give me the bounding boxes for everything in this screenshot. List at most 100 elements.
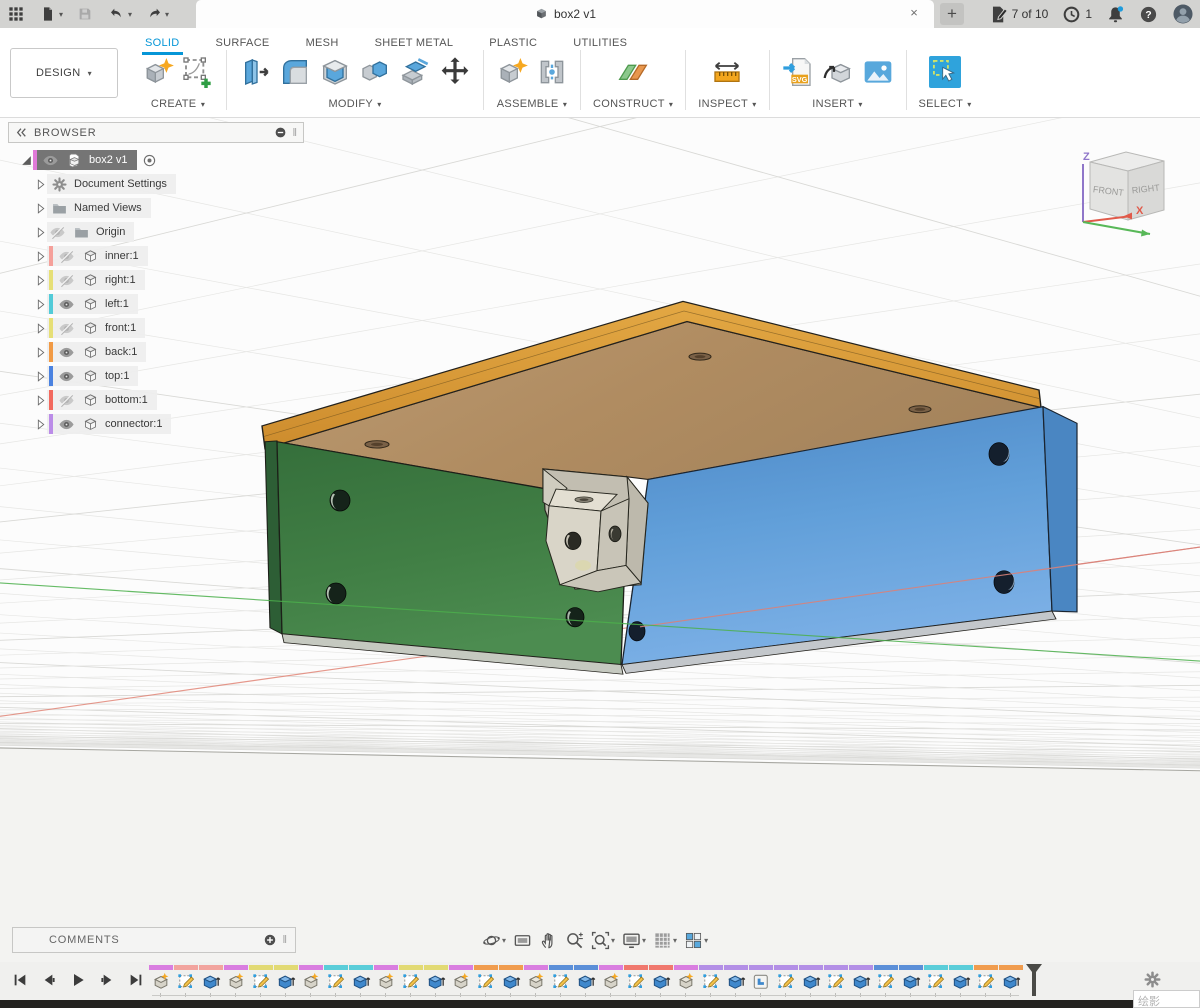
timeline-feature-sketch[interactable] [773,965,798,997]
avatar[interactable] [1172,3,1194,25]
new-tab-button[interactable]: + [940,3,964,25]
fit-button[interactable]: ▾ [591,931,615,950]
group-label-create[interactable]: CREATE ▾ [151,98,205,110]
chevron-down-icon[interactable]: ▾ [165,10,169,19]
play-button[interactable] [70,972,86,988]
browser-item-chip[interactable]: Named Views [47,198,151,218]
collapsed-triangle-icon[interactable] [34,394,47,407]
combine-button[interactable] [359,56,391,88]
create-sketch-button[interactable] [182,56,214,88]
timeline-feature-extrude[interactable] [573,965,598,997]
tab-close-icon[interactable]: × [906,5,922,21]
skip-end-button[interactable] [128,972,144,988]
timeline-feature-extrude[interactable] [273,965,298,997]
timeline-feature-extrude[interactable] [198,965,223,997]
skip-start-button[interactable] [12,972,28,988]
timeline-feature-extrude[interactable] [998,965,1023,997]
comments-panel[interactable]: COMMENTS ‖ [12,927,296,953]
activate-component-radio[interactable] [142,153,157,168]
visibility-eye-icon[interactable] [58,368,75,385]
browser-item-chip[interactable]: connector:1 [47,414,171,434]
group-label-inspect[interactable]: INSPECT ▾ [698,98,756,110]
browser-row-front-1[interactable]: front:1 [8,316,304,340]
browser-row-left-1[interactable]: left:1 [8,292,304,316]
minimize-icon[interactable] [274,126,287,139]
timeline-feature-extrude[interactable] [348,965,373,997]
timeline-feature-sketch[interactable] [323,965,348,997]
browser-row-right-1[interactable]: right:1 [8,268,304,292]
collapsed-triangle-icon[interactable] [34,178,47,191]
document-tab[interactable]: box2 v1 × [196,0,934,28]
chevron-down-icon[interactable]: ▾ [704,936,708,945]
visibility-eye-off-icon[interactable] [58,392,75,409]
visibility-eye-off-icon[interactable] [58,248,75,265]
collapsed-triangle-icon[interactable] [34,274,47,287]
measure-button[interactable] [711,56,743,88]
timeline-feature-sketch[interactable] [698,965,723,997]
file-button[interactable]: ▾ [38,4,63,24]
construction-plane-button[interactable] [617,56,649,88]
timeline-settings-button[interactable] [1143,970,1162,989]
panel-grip-icon[interactable]: ‖ [282,934,287,946]
timeline-feature-sketch[interactable] [548,965,573,997]
group-label-insert[interactable]: INSERT ▾ [812,98,862,110]
expanded-triangle-icon[interactable] [20,154,33,167]
look-at-button[interactable] [513,931,532,950]
timeline-feature-component[interactable] [673,965,698,997]
panel-grip-icon[interactable]: ‖ [292,127,297,139]
timeline-feature-extrude[interactable] [848,965,873,997]
assemble-component-button[interactable] [496,56,528,88]
browser-item-chip[interactable]: Document Settings [47,174,176,194]
zoom-button[interactable] [565,931,584,950]
new-component-button[interactable] [142,56,174,88]
chevron-down-icon[interactable]: ▾ [59,10,63,19]
insert-svg-button[interactable]: SVG [782,56,814,88]
visibility-eye-icon[interactable] [42,152,59,169]
pan-button[interactable] [539,931,558,950]
joint-button[interactable] [536,56,568,88]
notifications-button[interactable] [1106,5,1125,24]
timeline-feature-component[interactable] [298,965,323,997]
save-button[interactable] [75,4,95,24]
browser-row-top-1[interactable]: top:1 [8,364,304,388]
canvas-button[interactable] [862,56,894,88]
chevron-down-icon[interactable]: ▾ [642,936,646,945]
timeline-feature-sketch[interactable] [398,965,423,997]
viewports-button[interactable]: ▾ [684,931,708,950]
timeline-feature-sketch[interactable] [473,965,498,997]
browser-row-named-views[interactable]: Named Views [8,196,304,220]
display-settings-button[interactable]: ▾ [622,931,646,950]
browser-item-chip[interactable]: bottom:1 [47,390,157,410]
add-comment-icon[interactable] [263,933,277,947]
browser-item-chip[interactable]: left:1 [47,294,138,314]
browser-item-chip[interactable]: right:1 [47,270,145,290]
move-button[interactable] [439,56,471,88]
timeline-feature-sketch[interactable] [823,965,848,997]
timeline-feature-shell[interactable] [748,965,773,997]
collapsed-triangle-icon[interactable] [34,226,47,239]
timeline-feature-component[interactable] [223,965,248,997]
browser-row-inner-1[interactable]: inner:1 [8,244,304,268]
visibility-eye-off-icon[interactable] [49,224,66,241]
select-button[interactable] [929,56,961,88]
step-back-button[interactable] [41,972,57,988]
timeline-feature-component[interactable] [448,965,473,997]
shell-tool-button[interactable] [319,56,351,88]
timeline-feature-extrude[interactable] [498,965,523,997]
timeline-position-marker[interactable] [1025,964,1043,996]
timeline-feature-component[interactable] [373,965,398,997]
timeline-feature-component[interactable] [148,965,173,997]
step-forward-button[interactable] [99,972,115,988]
visibility-eye-off-icon[interactable] [58,320,75,337]
collapsed-triangle-icon[interactable] [34,346,47,359]
browser-item-chip[interactable]: back:1 [47,342,146,362]
browser-row-document-settings[interactable]: Document Settings [8,172,304,196]
ribbon-tab-mesh[interactable]: MESH [306,35,339,51]
collapsed-triangle-icon[interactable] [34,250,47,263]
visibility-eye-icon[interactable] [58,344,75,361]
timeline-feature-extrude[interactable] [648,965,673,997]
group-label-construct[interactable]: CONSTRUCT ▾ [593,98,673,110]
press-pull-button[interactable] [239,56,271,88]
job-status[interactable]: 7 of 10 [989,5,1049,24]
chevron-down-icon[interactable]: ▾ [502,936,506,945]
